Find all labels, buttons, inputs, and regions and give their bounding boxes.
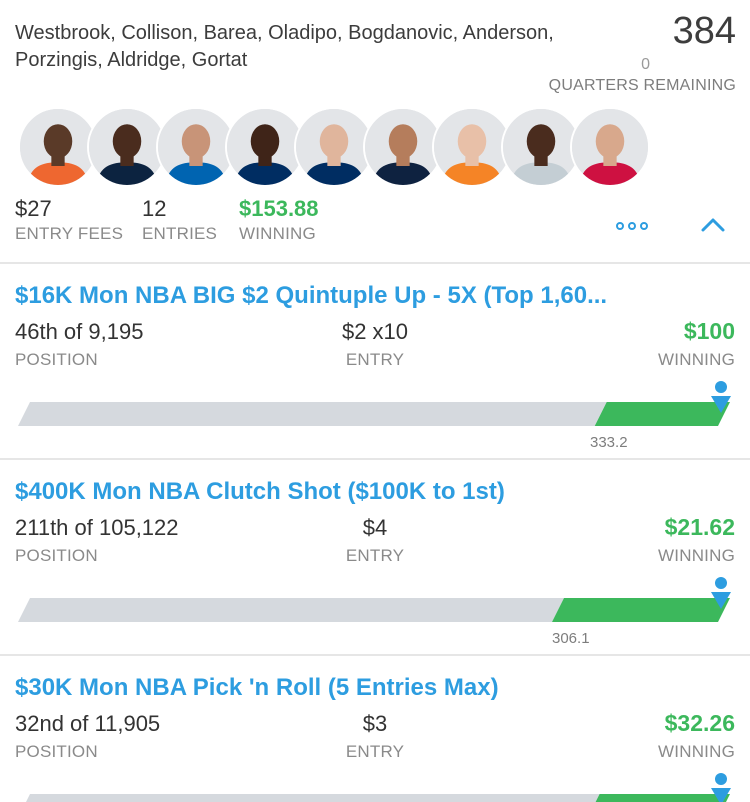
contest-position: 46th of 9,195 xyxy=(15,319,144,344)
player-avatar xyxy=(225,107,305,187)
chevron-up-icon[interactable] xyxy=(700,214,726,234)
progress-bar xyxy=(18,598,730,622)
player-avatar xyxy=(363,107,443,187)
contest-entry-label: ENTRY xyxy=(345,742,405,761)
contest-winning-label: WINNING xyxy=(658,546,735,565)
quarters-remaining-value: 0 xyxy=(641,56,650,73)
progress-track xyxy=(18,402,607,426)
progress-fill xyxy=(552,598,730,622)
lineup-players: Westbrook, Collison, Barea, Oladipo, Bog… xyxy=(15,22,554,71)
contest-entry: $2 x10 xyxy=(341,319,409,344)
entry-fees-value: $27 xyxy=(15,196,52,221)
contest-position: 211th of 105,122 xyxy=(15,515,179,540)
player-avatar xyxy=(87,107,167,187)
contest-title[interactable]: $30K Mon NBA Pick 'n Roll (5 Entries Max… xyxy=(15,674,499,702)
user-position-pin-icon xyxy=(709,380,733,414)
entry-fees-stat: $27 ENTRY FEES xyxy=(15,196,123,244)
lineup-score: 384 xyxy=(672,10,736,52)
progress-track xyxy=(18,598,564,622)
entries-label: ENTRIES xyxy=(142,224,218,243)
contest-winning-label: WINNING xyxy=(658,742,735,761)
user-position-pin-icon xyxy=(709,576,733,610)
player-avatar xyxy=(156,107,236,187)
cash-line-label: 333.2 xyxy=(590,434,628,451)
contest-entry: $4 xyxy=(362,515,388,540)
contest-winning-label: WINNING xyxy=(658,350,735,369)
contest-entry-label: ENTRY xyxy=(345,350,405,369)
total-winning-label: WINNING xyxy=(239,224,316,243)
contest-winning: $100 xyxy=(683,318,735,344)
player-avatar xyxy=(432,107,512,187)
entries-value: 12 xyxy=(142,196,167,221)
more-dots-icon[interactable] xyxy=(616,222,650,232)
contest-position-label: POSITION xyxy=(15,350,98,369)
quarters-remaining-label: QUARTERS REMAINING xyxy=(548,77,736,94)
progress-track xyxy=(26,794,600,802)
winning-stat: $153.88 WINNING xyxy=(239,196,319,244)
progress-bar xyxy=(18,402,730,426)
player-avatar xyxy=(294,107,374,187)
total-winning-value: $153.88 xyxy=(239,196,319,221)
contest-card[interactable]: $30K Mon NBA Pick 'n Roll (5 Entries Max… xyxy=(0,654,750,802)
progress-bar xyxy=(18,794,730,802)
contest-position-label: POSITION xyxy=(15,742,98,761)
contest-winning: $21.62 xyxy=(664,514,735,540)
contest-winning: $32.26 xyxy=(664,710,735,736)
contest-position: 32nd of 11,905 xyxy=(15,711,161,736)
contest-card[interactable]: $16K Mon NBA BIG $2 Quintuple Up - 5X (T… xyxy=(0,262,750,458)
contest-entry: $3 xyxy=(362,711,388,736)
contest-card[interactable]: $400K Mon NBA Clutch Shot ($100K to 1st)… xyxy=(0,458,750,654)
player-avatars xyxy=(18,107,738,187)
player-avatar xyxy=(18,107,98,187)
contest-title[interactable]: $400K Mon NBA Clutch Shot ($100K to 1st) xyxy=(15,478,505,506)
cash-line-label: 306.1 xyxy=(552,630,590,647)
user-position-pin-icon xyxy=(709,772,733,802)
entry-fees-label: ENTRY FEES xyxy=(15,224,124,243)
lineup-summary[interactable]: Westbrook, Collison, Barea, Oladipo, Bog… xyxy=(0,0,750,262)
contest-title[interactable]: $16K Mon NBA BIG $2 Quintuple Up - 5X (T… xyxy=(15,282,607,310)
entries-stat: 12 ENTRIES xyxy=(142,196,217,244)
contest-position-label: POSITION xyxy=(15,546,98,565)
player-avatar xyxy=(501,107,581,187)
contest-entry-label: ENTRY xyxy=(345,546,405,565)
player-avatar xyxy=(570,107,650,187)
